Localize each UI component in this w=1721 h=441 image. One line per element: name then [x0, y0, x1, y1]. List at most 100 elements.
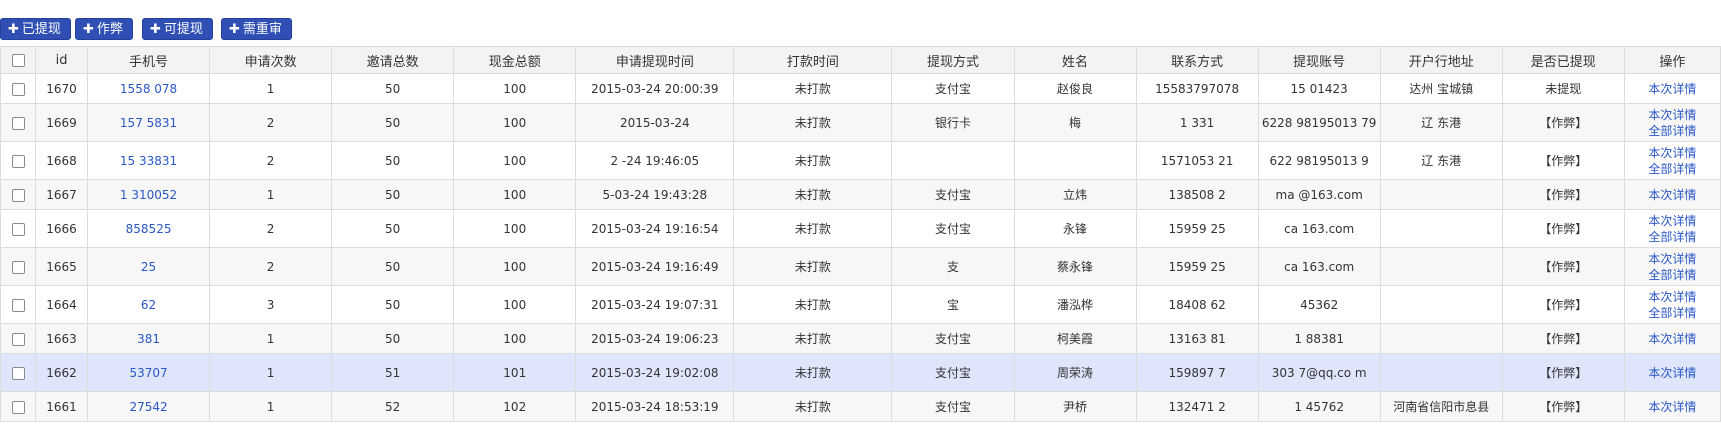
- btn-review[interactable]: ✚ 需重审: [221, 18, 292, 40]
- row-select-cell[interactable]: [0, 247, 37, 286]
- cell-phone[interactable]: 62: [87, 285, 211, 324]
- column-header[interactable]: 邀请总数: [331, 46, 455, 74]
- btn-withdrawable[interactable]: ✚ 可提现: [142, 18, 213, 40]
- row-select-cell[interactable]: [0, 353, 37, 392]
- current-detail-link[interactable]: 本次详情: [1625, 145, 1719, 161]
- cell-invite: 50: [331, 285, 455, 324]
- cell-time: 2015-03-24 18:53:19: [575, 391, 735, 422]
- cell-phone[interactable]: 157 5831: [87, 103, 211, 142]
- cell-id: 1661: [35, 391, 89, 422]
- column-header[interactable]: 开户行地址: [1379, 46, 1503, 74]
- cell-phone[interactable]: 381: [87, 323, 211, 354]
- cell-bank: 辽 东港: [1379, 103, 1503, 142]
- row-select-cell[interactable]: [0, 285, 37, 324]
- current-detail-link[interactable]: 本次详情: [1625, 187, 1719, 203]
- current-detail-link[interactable]: 本次详情: [1625, 251, 1719, 267]
- column-header[interactable]: 申请提现时间: [575, 46, 735, 74]
- row-select-cell[interactable]: [0, 323, 37, 354]
- row-select-cell[interactable]: [0, 179, 37, 210]
- table-row[interactable]: 1667 1 310052 1 50 100 5-03-24 19:43:28 未打款 支付…: [0, 179, 1721, 210]
- current-detail-link[interactable]: 本次详情: [1625, 81, 1719, 97]
- row-checkbox[interactable]: [11, 400, 25, 414]
- table-row[interactable]: 1669 157 5831 2 50 100 2015-03-24 未打款 银行卡 梅1 33…: [0, 103, 1721, 142]
- current-detail-link[interactable]: 本次详情: [1625, 399, 1719, 415]
- current-detail-link[interactable]: 本次详情: [1625, 213, 1719, 229]
- cell-cash: 100: [453, 209, 577, 248]
- cell-time: 2015-03-24: [575, 103, 735, 142]
- row-checkbox[interactable]: [11, 154, 25, 168]
- table-row[interactable]: 1666 858525 2 50 100 2015-03-24 19:16:54 未打款支…: [0, 209, 1721, 248]
- row-checkbox[interactable]: [11, 222, 25, 236]
- all-detail-link[interactable]: 全部详情: [1625, 123, 1719, 139]
- current-detail-link[interactable]: 本次详情: [1625, 365, 1719, 381]
- cell-method: 支付宝: [891, 73, 1015, 104]
- plus-icon: ✚: [150, 22, 161, 37]
- column-header[interactable]: 提现方式: [891, 46, 1015, 74]
- table-row[interactable]: 1661 27542 1 52 102 2015-03-24 18:53:19 未打款 支付…: [0, 391, 1721, 422]
- select-all-checkbox[interactable]: [11, 53, 25, 67]
- cell-phone[interactable]: 53707: [87, 353, 211, 392]
- current-detail-link[interactable]: 本次详情: [1625, 331, 1719, 347]
- cell-status: 【作弊】: [1501, 209, 1625, 248]
- all-detail-link[interactable]: 全部详情: [1625, 267, 1719, 283]
- btn-cheat[interactable]: ✚ 作弊: [75, 18, 133, 40]
- row-checkbox[interactable]: [11, 332, 25, 346]
- column-header[interactable]: 打款时间: [733, 46, 893, 74]
- cell-name: 蔡永锋: [1013, 247, 1137, 286]
- column-header[interactable]: 申请次数: [209, 46, 333, 74]
- column-header[interactable]: id: [35, 46, 89, 74]
- cell-phone[interactable]: 15 33831: [87, 141, 211, 180]
- cell-contact: 1571053 21: [1135, 141, 1259, 180]
- row-checkbox[interactable]: [11, 116, 25, 130]
- current-detail-link[interactable]: 本次详情: [1625, 289, 1719, 305]
- all-detail-link[interactable]: 全部详情: [1625, 305, 1719, 321]
- cell-phone[interactable]: 25: [87, 247, 211, 286]
- cell-apply: 1: [209, 73, 333, 104]
- cell-phone[interactable]: 1 310052: [87, 179, 211, 210]
- cell-actions: 本次详情: [1623, 179, 1721, 210]
- cell-bank: [1379, 353, 1503, 392]
- cell-phone[interactable]: 27542: [87, 391, 211, 422]
- all-detail-link[interactable]: 全部详情: [1625, 229, 1719, 245]
- row-checkbox[interactable]: [11, 260, 25, 274]
- column-header[interactable]: 姓名: [1013, 46, 1137, 74]
- column-header[interactable]: 现金总额: [453, 46, 577, 74]
- cell-phone[interactable]: 858525: [87, 209, 211, 248]
- row-checkbox[interactable]: [11, 188, 25, 202]
- header-select-all[interactable]: [0, 46, 37, 74]
- row-select-cell[interactable]: [0, 103, 37, 142]
- cell-account: 45362: [1257, 285, 1381, 324]
- table-row[interactable]: 1662 53707 1 51 101 2015-03-24 19:02:08 未打款 支付…: [0, 353, 1721, 392]
- all-detail-link[interactable]: 全部详情: [1625, 161, 1719, 177]
- row-select-cell[interactable]: [0, 141, 37, 180]
- cell-phone[interactable]: 1558 078: [87, 73, 211, 104]
- table-row[interactable]: 1665 25 2 50 100 2015-03-24 19:16:49 未打款支蔡永锋 1…: [0, 247, 1721, 286]
- table-row[interactable]: 1664 62 3 50 100 2015-03-24 19:07:31 未打款宝潘泓桦 1…: [0, 285, 1721, 324]
- cell-method: 银行卡: [891, 103, 1015, 142]
- cell-status: 未提现: [1501, 73, 1625, 104]
- current-detail-link[interactable]: 本次详情: [1625, 107, 1719, 123]
- plus-icon: ✚: [229, 22, 240, 37]
- table-row[interactable]: 1670 1558 078 1 50 100 2015-03-24 20:00:39 未打款…: [0, 73, 1721, 104]
- row-checkbox[interactable]: [11, 82, 25, 96]
- table-row[interactable]: 1663 381 1 50 100 2015-03-24 19:06:23 未打款 支付宝柯…: [0, 323, 1721, 354]
- cell-account: 303 7@qq.co m: [1257, 353, 1381, 392]
- row-checkbox[interactable]: [11, 366, 25, 380]
- column-header[interactable]: 联系方式: [1135, 46, 1259, 74]
- btn-withdrawn[interactable]: ✚ 已提现: [0, 18, 71, 40]
- row-select-cell[interactable]: [0, 391, 37, 422]
- column-header[interactable]: 操作: [1623, 46, 1721, 74]
- cell-method: 支: [891, 247, 1015, 286]
- table-row[interactable]: 1668 15 33831 2 50 100 2 -24 19:46:05 未打款 15710…: [0, 141, 1721, 180]
- cell-bank: 河南省信阳市息县: [1379, 391, 1503, 422]
- row-select-cell[interactable]: [0, 209, 37, 248]
- table-header: id 手机号 申请次数 邀请总数 现金总额 申请提现时间 打款时间 提现方式 姓…: [0, 46, 1721, 74]
- cell-cash: 100: [453, 323, 577, 354]
- column-header[interactable]: 提现账号: [1257, 46, 1381, 74]
- row-checkbox[interactable]: [11, 298, 25, 312]
- cell-method: 支付宝: [891, 353, 1015, 392]
- column-header[interactable]: 是否已提现: [1501, 46, 1625, 74]
- cell-cash: 100: [453, 73, 577, 104]
- column-header[interactable]: 手机号: [87, 46, 211, 74]
- row-select-cell[interactable]: [0, 73, 37, 104]
